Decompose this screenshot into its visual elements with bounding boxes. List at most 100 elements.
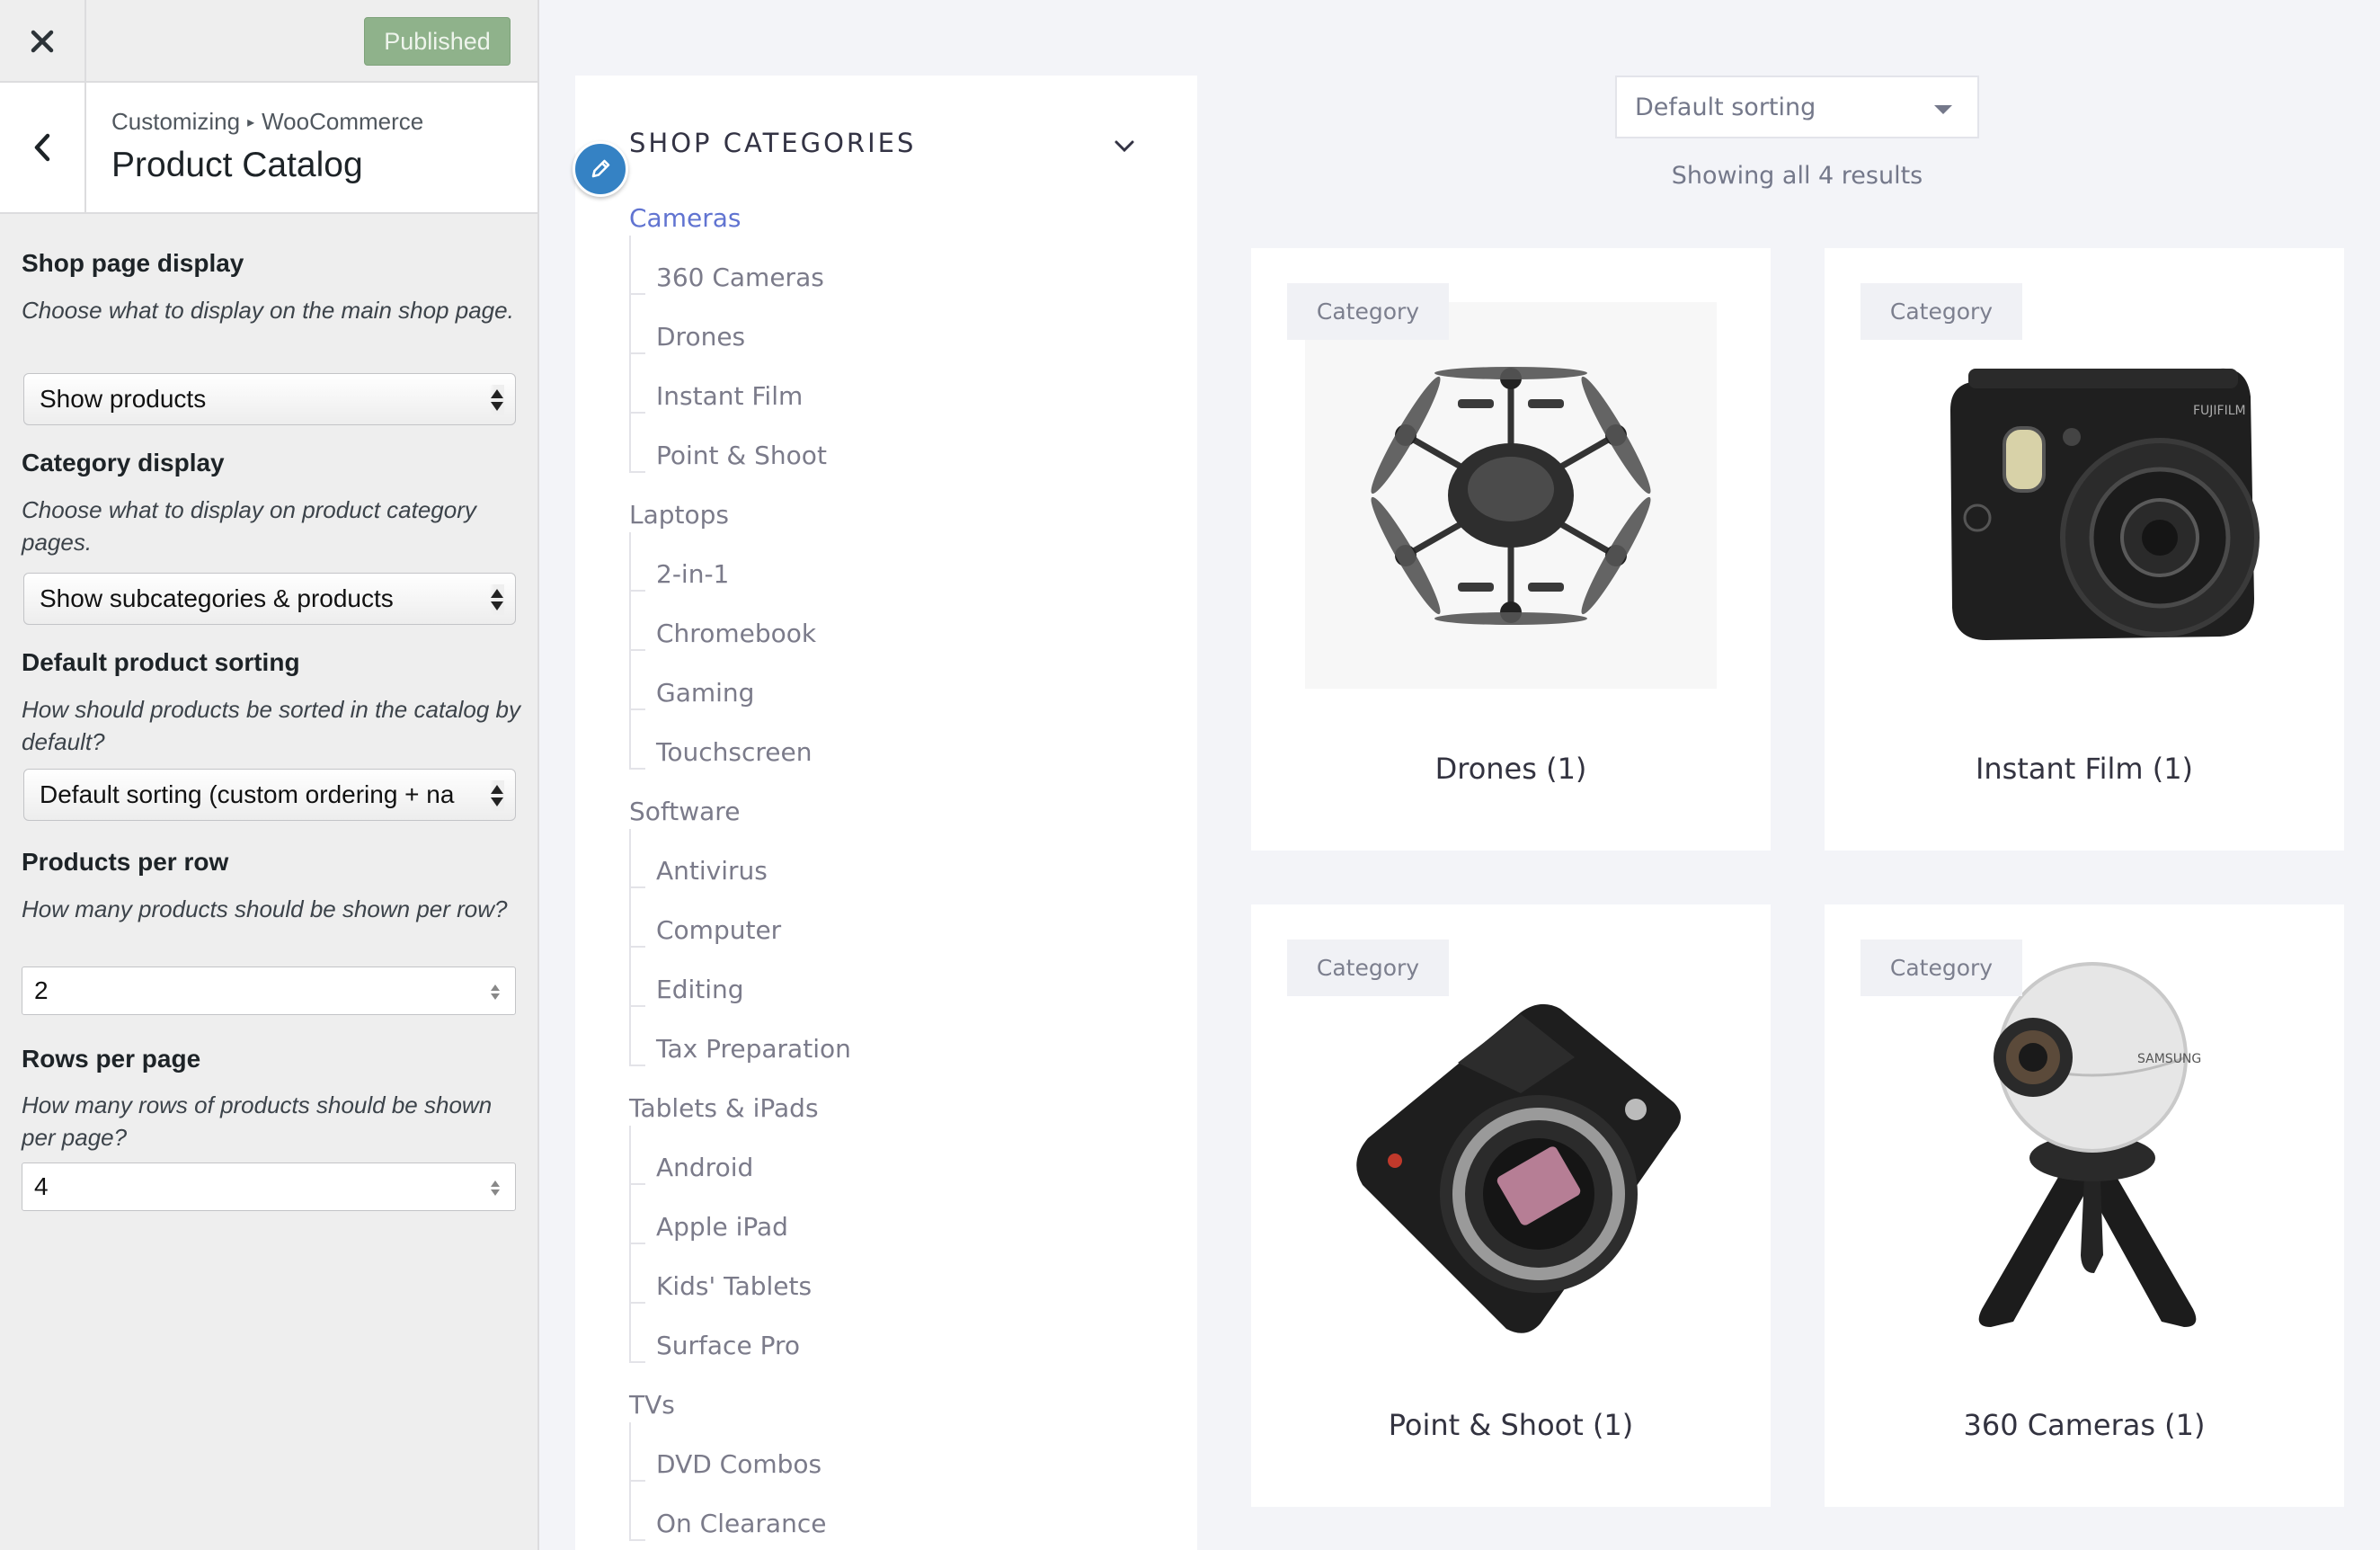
tree-branch — [629, 651, 645, 710]
tree-branch — [629, 948, 645, 1007]
tree-branch — [629, 1185, 645, 1244]
chevron-left-icon — [34, 133, 50, 162]
category-display-description: Choose what to display on product catego… — [22, 496, 476, 556]
select-arrows-icon — [490, 385, 504, 415]
breadcrumb: Customizing ▸ WooCommerce — [111, 108, 423, 136]
tree-branch — [629, 1244, 645, 1304]
published-button[interactable]: Published — [364, 17, 511, 66]
widget-title: SHOP CATEGORIES — [629, 128, 917, 158]
default-sorting-value: Default sorting (custom ordering + na — [40, 780, 455, 808]
category-card-360-cameras[interactable]: SAMSUNG Category 360 Cameras (1) — [1825, 904, 2344, 1507]
360-camera-image: SAMSUNG — [1978, 962, 2201, 1327]
category-card-point-shoot[interactable]: Category Point & Shoot (1) — [1251, 904, 1771, 1507]
select-arrows-icon — [490, 780, 504, 811]
category-badge: Category — [1287, 940, 1449, 996]
shop-page-display-description: Choose what to display on the main shop … — [22, 297, 514, 324]
category-link-kids-tablets[interactable]: Kids' Tablets — [656, 1271, 812, 1301]
drone-image — [1305, 302, 1717, 689]
category-link-point-shoot[interactable]: Point & Shoot — [656, 441, 827, 470]
number-spinner-icon[interactable] — [490, 1176, 501, 1199]
shop-page-display-select[interactable]: Show products — [23, 373, 516, 425]
pencil-icon — [591, 159, 610, 178]
category-link-drones[interactable]: Drones — [656, 322, 745, 352]
category-link-laptops[interactable]: Laptops — [629, 500, 729, 530]
category-link-2-in-1[interactable]: 2-in-1 — [656, 559, 729, 589]
category-card-title[interactable]: Point & Shoot (1) — [1251, 1408, 1771, 1442]
default-sorting-description: How should products be sorted in the cat… — [22, 696, 521, 755]
svg-text:SAMSUNG: SAMSUNG — [2137, 1052, 2201, 1066]
category-badge: Category — [1287, 283, 1449, 340]
rows-per-page-input[interactable]: 4 — [22, 1162, 516, 1211]
tree-branch — [629, 710, 645, 770]
default-sorting-select[interactable]: Default sorting (custom ordering + na — [23, 769, 516, 821]
category-link-android[interactable]: Android — [656, 1153, 753, 1182]
category-link-software[interactable]: Software — [629, 797, 740, 826]
category-link-tvs[interactable]: TVs — [629, 1390, 675, 1420]
category-display-label: Category display — [22, 449, 225, 477]
tree-branch — [629, 414, 645, 473]
sorting-value: Default sorting — [1635, 93, 1816, 121]
category-link-on-clearance[interactable]: On Clearance — [656, 1509, 826, 1538]
category-link-tax-preparation[interactable]: Tax Preparation — [656, 1034, 851, 1064]
default-sorting-label: Default product sorting — [22, 648, 300, 676]
edit-shortcut-button[interactable] — [573, 141, 628, 197]
category-link-360-cameras[interactable]: 360 Cameras — [656, 263, 824, 292]
tree-branch — [629, 354, 645, 414]
section-header: Customizing ▸ WooCommerce Product Catalo… — [0, 83, 537, 214]
shop-page-display-label: Shop page display — [22, 249, 244, 277]
category-link-cameras[interactable]: Cameras — [629, 203, 741, 233]
select-arrows-icon — [490, 584, 504, 615]
products-per-row-description: How many products should be shown per ro… — [22, 895, 508, 922]
tree-branch — [629, 1007, 645, 1066]
category-link-touchscreen[interactable]: Touchscreen — [656, 737, 812, 767]
category-card-title[interactable]: Instant Film (1) — [1825, 752, 2344, 786]
tree-branch — [629, 1422, 645, 1482]
category-display-value: Show subcategories & products — [40, 584, 394, 612]
category-badge: Category — [1860, 283, 2022, 340]
category-card-drones[interactable]: Category Drones (1) — [1251, 248, 1771, 851]
customizer-header: Published — [0, 0, 537, 83]
tree-branch — [629, 1482, 645, 1541]
tree-branch — [629, 592, 645, 651]
close-icon — [31, 30, 54, 53]
rows-per-page-description: How many rows of products should be show… — [22, 1091, 493, 1151]
tree-branch — [629, 532, 645, 592]
breadcrumb-root: Customizing — [111, 108, 241, 135]
chevron-down-icon[interactable] — [1111, 133, 1138, 160]
category-badge: Category — [1860, 940, 2022, 996]
sorting-select[interactable]: Default sorting — [1615, 76, 1979, 138]
instant-camera-image: FUJIFILM — [1950, 368, 2260, 640]
category-display-select[interactable]: Show subcategories & products — [23, 573, 516, 625]
section-title: Product Catalog — [111, 146, 363, 184]
category-card-title[interactable]: Drones (1) — [1251, 752, 1771, 786]
category-link-dvd-combos[interactable]: DVD Combos — [656, 1449, 821, 1479]
tree-branch — [629, 829, 645, 888]
category-link-instant-film[interactable]: Instant Film — [656, 381, 803, 411]
rows-per-page-label: Rows per page — [22, 1045, 201, 1073]
category-link-antivirus[interactable]: Antivirus — [656, 856, 768, 886]
category-link-surface-pro[interactable]: Surface Pro — [656, 1331, 800, 1360]
category-link-apple-ipad[interactable]: Apple iPad — [656, 1212, 788, 1242]
category-card-instant-film[interactable]: FUJIFILM Category Instant Film (1) — [1825, 248, 2344, 851]
category-link-editing[interactable]: Editing — [656, 975, 744, 1004]
products-per-row-input[interactable]: 2 — [22, 967, 516, 1015]
result-count: Showing all 4 results — [1671, 162, 1923, 190]
tree-branch — [629, 295, 645, 354]
close-customizer-button[interactable] — [0, 0, 86, 83]
tree-branch — [629, 1304, 645, 1363]
category-card-title[interactable]: 360 Cameras (1) — [1825, 1408, 2344, 1442]
number-spinner-icon[interactable] — [490, 980, 501, 1003]
customizer-sidebar: Published Customizing ▸ WooCommerce Prod… — [0, 0, 539, 1550]
mirrorless-camera-image — [1356, 1003, 1681, 1333]
shop-page-display-value: Show products — [40, 385, 207, 413]
products-per-row-label: Products per row — [22, 848, 229, 876]
category-link-computer[interactable]: Computer — [656, 915, 781, 945]
tree-branch — [629, 888, 645, 948]
breadcrumb-parent: WooCommerce — [262, 108, 424, 135]
category-link-chromebook[interactable]: Chromebook — [656, 619, 816, 648]
breadcrumb-separator: ▸ — [247, 114, 255, 130]
category-link-tablets-ipads[interactable]: Tablets & iPads — [629, 1093, 819, 1123]
back-button[interactable] — [0, 83, 86, 212]
category-link-gaming[interactable]: Gaming — [656, 678, 754, 708]
products-per-row-value: 2 — [34, 976, 49, 1004]
